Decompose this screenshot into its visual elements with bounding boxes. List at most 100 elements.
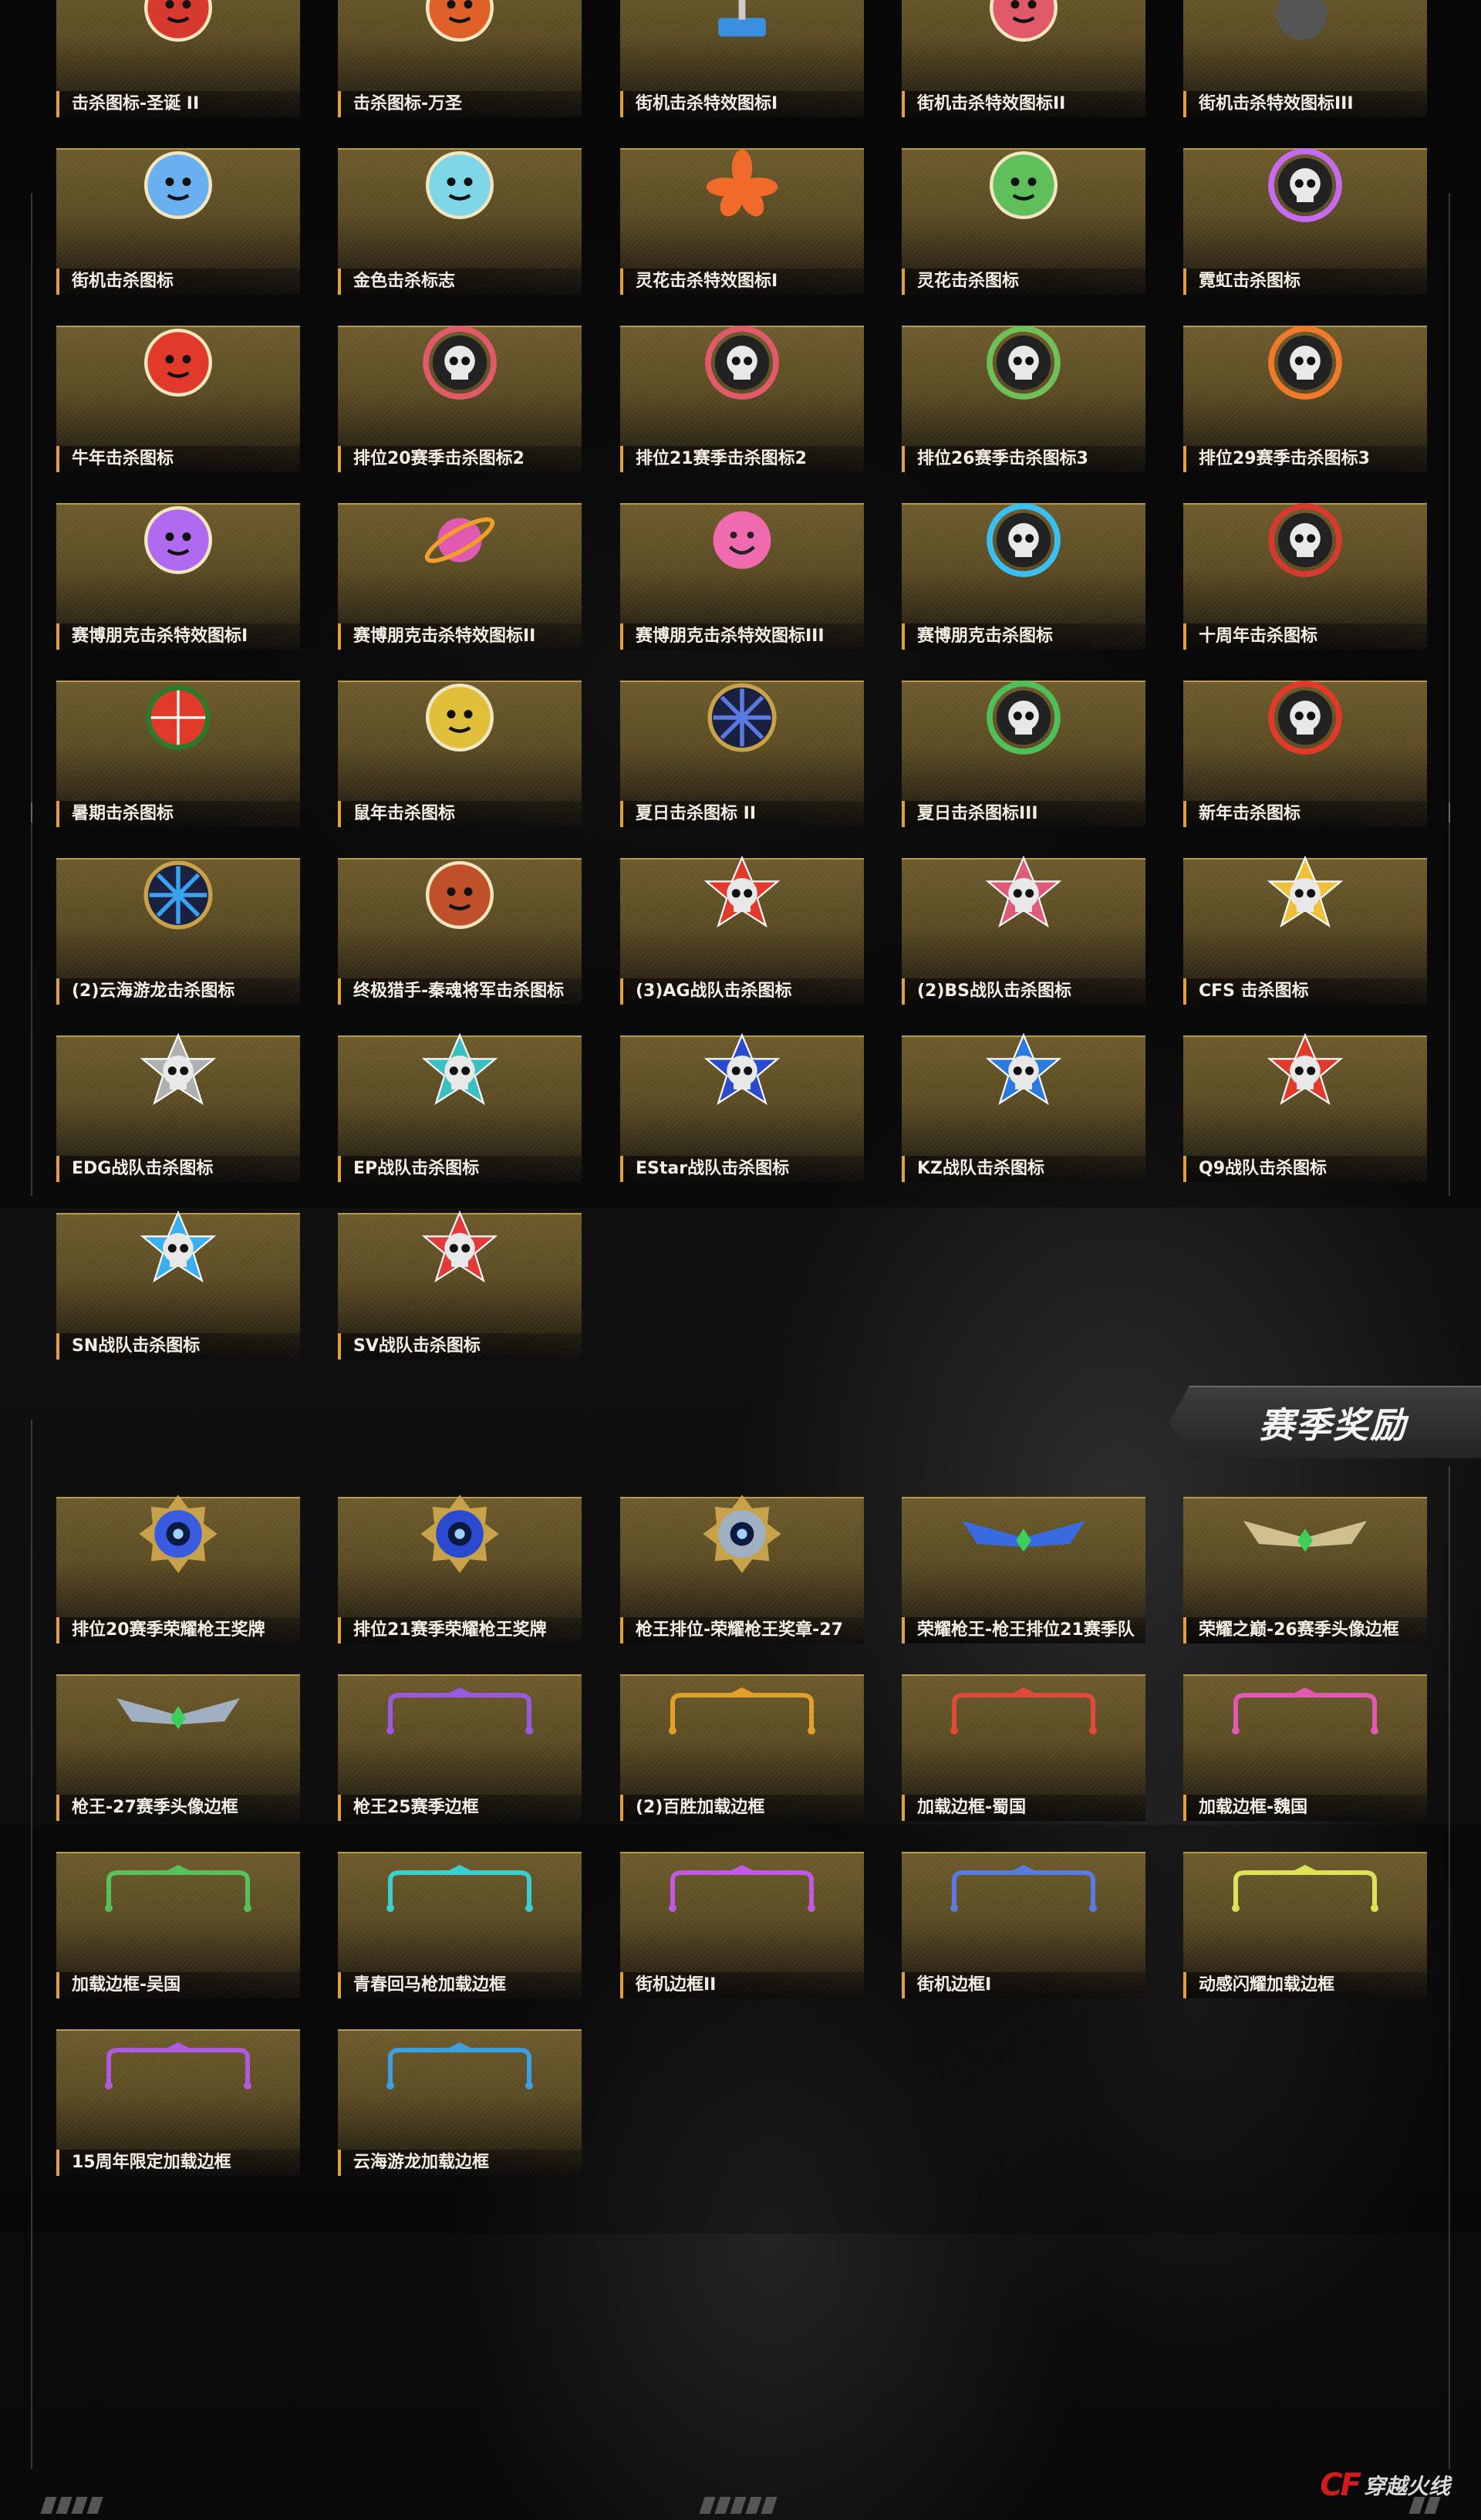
team-skull-icon xyxy=(1263,1030,1348,1115)
rail-tick xyxy=(31,802,43,823)
item-label: 灵花击杀图标 xyxy=(902,269,1145,295)
item-label: 新年击杀图标 xyxy=(1183,801,1427,827)
item-card: 牛年击杀图标 xyxy=(56,326,300,472)
item-label: EDG战队击杀图标 xyxy=(56,1156,300,1182)
item-card: 排位21赛季击杀图标2 xyxy=(620,326,864,472)
item-label: 加载边框-吴国 xyxy=(56,1972,300,1998)
item-card: 赛博朋克击杀特效图标II xyxy=(338,503,582,650)
item-label: 赛博朋克击杀特效图标I xyxy=(56,623,300,650)
team-skull-icon xyxy=(136,1208,221,1292)
item-label: 街机边框II xyxy=(620,1972,864,1998)
item-label: 暑期击杀图标 xyxy=(56,801,300,827)
item-card: 荣耀之巅-26赛季头像边框 xyxy=(1183,1497,1427,1643)
item-card: 动感闪耀加载边框 xyxy=(1183,1852,1427,1998)
item-label: 枪王-27赛季头像边框 xyxy=(56,1795,300,1821)
item-label: KZ战队击杀图标 xyxy=(902,1156,1145,1182)
crossfire-logo: CF 穿越火线 xyxy=(1320,2468,1450,2503)
item-card: EP战队击杀图标 xyxy=(338,1032,582,1182)
item-card: 排位26赛季击杀图标3 xyxy=(902,326,1145,472)
item-card: 击杀图标-圣诞 II xyxy=(56,0,300,117)
cyber-cat-icon xyxy=(136,498,221,583)
rat-icon xyxy=(417,675,502,760)
left-rail xyxy=(31,193,32,1196)
item-card: CFS 击杀图标 xyxy=(1183,855,1427,1005)
team-skull-icon xyxy=(417,1208,502,1292)
item-label: SV战队击杀图标 xyxy=(338,1333,582,1360)
item-card: (2)百胜加载边框 xyxy=(620,1674,864,1821)
footer-marks-center xyxy=(699,2497,778,2514)
item-card: Q9战队击杀图标 xyxy=(1183,1032,1427,1182)
item-card: SV战队击杀图标 xyxy=(338,1210,582,1360)
item-card: (2)BS战队击杀图标 xyxy=(902,855,1145,1005)
item-card: 排位29赛季击杀图标3 xyxy=(1183,326,1427,472)
item-label: 牛年击杀图标 xyxy=(56,446,300,472)
item-card: 15周年限定加载边框 xyxy=(56,2029,300,2176)
item-label: 云海游龙加载边框 xyxy=(338,2150,582,2176)
team-skull-icon xyxy=(700,853,784,937)
item-card: 暑期击杀图标 xyxy=(56,681,300,827)
item-label: 夏日击杀图标III xyxy=(902,801,1145,827)
item-card: 青春回马枪加载边框 xyxy=(338,1852,582,1998)
item-label: 击杀图标-万圣 xyxy=(338,91,582,117)
item-card: 枪王-27赛季头像边框 xyxy=(56,1674,300,1821)
joystick-icon xyxy=(700,0,784,50)
item-card: 云海游龙加载边框 xyxy=(338,2029,582,2176)
item-label: 15周年限定加载边框 xyxy=(56,2150,300,2176)
item-label: 霓虹击杀图标 xyxy=(1183,269,1427,295)
right-rail-lower xyxy=(1449,1466,1450,2469)
general-icon xyxy=(417,853,502,937)
item-card: KZ战队击杀图标 xyxy=(902,1032,1145,1182)
wheel-icon xyxy=(700,675,784,760)
item-card: 加载边框-魏国 xyxy=(1183,1674,1427,1821)
smiley-icon xyxy=(700,498,784,583)
loading-frame-icon xyxy=(665,1684,819,1738)
flower-girl-icon xyxy=(981,143,1066,228)
item-card: 霓虹击杀图标 xyxy=(1183,148,1427,295)
skull-badge-icon xyxy=(700,320,784,405)
item-label: 排位21赛季击杀图标2 xyxy=(620,446,864,472)
item-card: 街机击杀特效图标III xyxy=(1183,0,1427,117)
item-label: 街机击杀特效图标I xyxy=(620,91,864,117)
medal-icon xyxy=(700,1491,784,1576)
team-skull-icon xyxy=(417,1030,502,1115)
item-label: (3)AG战队击杀图标 xyxy=(620,978,864,1005)
item-card: 终极猎手-秦魂将军击杀图标 xyxy=(338,858,582,1005)
loading-frame-icon xyxy=(383,2039,537,2093)
item-card: 排位20赛季荣耀枪王奖牌 xyxy=(56,1495,300,1643)
item-card: 加载边框-蜀国 xyxy=(902,1674,1145,1821)
item-card: 灵花击杀图标 xyxy=(902,148,1145,295)
item-card: (3)AG战队击杀图标 xyxy=(620,855,864,1005)
item-card: 赛博朋克击杀特效图标I xyxy=(56,503,300,650)
medal-icon xyxy=(136,1491,221,1576)
item-label: 击杀图标-圣诞 II xyxy=(56,91,300,117)
item-label: 鼠年击杀图标 xyxy=(338,801,582,827)
item-label: Q9战队击杀图标 xyxy=(1183,1156,1427,1182)
wing-frame-icon xyxy=(101,1684,255,1738)
medal-icon xyxy=(417,1491,502,1576)
item-card: 鼠年击杀图标 xyxy=(338,681,582,827)
bomb-icon xyxy=(1263,0,1348,50)
loading-frame-icon xyxy=(665,1862,819,1916)
item-label: 排位26赛季击杀图标3 xyxy=(902,446,1145,472)
item-label: 枪王排位-荣耀枪王奖章-27 xyxy=(620,1617,864,1643)
item-label: SN战队击杀图标 xyxy=(56,1333,300,1360)
item-label: (2)百胜加载边框 xyxy=(620,1795,864,1821)
loading-frame-icon xyxy=(383,1862,537,1916)
anniversary-skull-icon xyxy=(1263,498,1348,583)
gold-emblem-icon xyxy=(417,143,502,228)
item-label: 枪王25赛季边框 xyxy=(338,1795,582,1821)
item-card: 枪王排位-荣耀枪王奖章-27 xyxy=(620,1495,864,1643)
item-card: 街机击杀图标 xyxy=(56,148,300,295)
item-label: 金色击杀标志 xyxy=(338,269,582,295)
team-skull-icon xyxy=(981,853,1066,937)
item-card: 排位20赛季击杀图标2 xyxy=(338,326,582,472)
item-label: (2)BS战队击杀图标 xyxy=(902,978,1145,1005)
item-card: 新年击杀图标 xyxy=(1183,681,1427,827)
winged-skull-icon xyxy=(1263,853,1348,937)
item-label: 街机击杀特效图标III xyxy=(1183,91,1427,117)
item-label: 排位21赛季荣耀枪王奖牌 xyxy=(338,1617,582,1643)
loading-frame-icon xyxy=(946,1862,1101,1916)
item-card: (2)云海游龙击杀图标 xyxy=(56,858,300,1005)
item-label: 动感闪耀加载边框 xyxy=(1183,1972,1427,1998)
loading-frame-icon xyxy=(1228,1862,1382,1916)
